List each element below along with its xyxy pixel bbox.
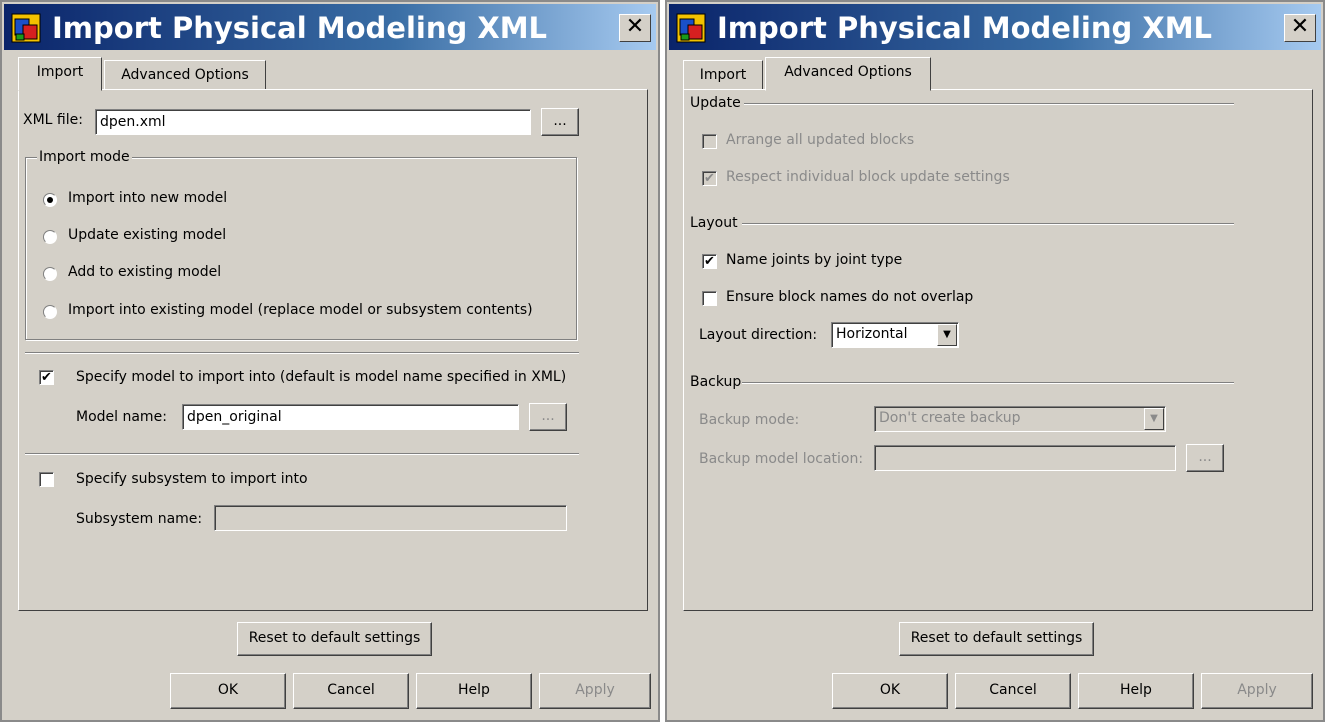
help-button[interactable]: Help — [416, 673, 532, 709]
model-browse-button[interactable]: ... — [529, 403, 567, 431]
xml-browse-button[interactable]: ... — [541, 108, 579, 136]
separator — [742, 382, 1234, 384]
ok-button[interactable]: OK — [170, 673, 286, 709]
window-title: Import Physical Modeling XML — [717, 11, 1213, 45]
window-title: Import Physical Modeling XML — [52, 11, 548, 45]
separator — [744, 103, 1234, 105]
xml-file-input[interactable]: dpen.xml — [95, 109, 531, 135]
backup-section-label: Backup — [690, 374, 742, 390]
simulink-block-icon — [676, 13, 706, 43]
cancel-button[interactable]: Cancel — [955, 673, 1071, 709]
specify-subsystem-checkbox[interactable] — [39, 472, 54, 487]
dialog-advanced-tab: Import Physical Modeling XML ✕ Import Ad… — [665, 0, 1325, 722]
respect-settings-checkbox[interactable]: ✔ — [702, 171, 717, 186]
layout-section-label: Layout — [690, 215, 738, 231]
advanced-tab-panel: Update Arrange all updated blocks ✔ Resp… — [683, 89, 1313, 611]
layout-direction-label: Layout direction: — [699, 327, 818, 343]
import-tab-panel: XML file: dpen.xml ... Import mode Impor… — [18, 89, 648, 611]
title-bar[interactable]: Import Physical Modeling XML ✕ — [669, 4, 1321, 50]
radio-import-existing-replace-label: Import into existing model (replace mode… — [68, 302, 533, 318]
tab-advanced-options[interactable]: Advanced Options — [765, 57, 931, 91]
update-section-label: Update — [690, 95, 741, 111]
model-name-input[interactable]: dpen_original — [182, 404, 519, 430]
ensure-names-label: Ensure block names do not overlap — [726, 289, 974, 305]
chevron-down-icon[interactable]: ▼ — [1144, 408, 1164, 430]
radio-update-existing-model-label: Update existing model — [68, 227, 227, 243]
backup-location-input[interactable] — [874, 445, 1176, 471]
separator — [742, 223, 1234, 225]
help-button[interactable]: Help — [1078, 673, 1194, 709]
radio-import-new-model-label: Import into new model — [68, 190, 228, 206]
tab-import[interactable]: Import — [683, 60, 763, 90]
xml-file-label: XML file: — [23, 112, 83, 128]
specify-model-label: Specify model to import into (default is… — [76, 369, 567, 385]
separator — [25, 352, 579, 354]
reset-defaults-button[interactable]: Reset to default settings — [237, 622, 432, 656]
radio-update-existing-model[interactable] — [43, 230, 57, 244]
radio-import-existing-replace[interactable] — [43, 305, 57, 319]
name-joints-checkbox[interactable]: ✔ — [702, 254, 717, 269]
cancel-button[interactable]: Cancel — [293, 673, 409, 709]
layout-direction-dropdown[interactable]: Horizontal ▼ — [831, 322, 959, 348]
respect-settings-label: Respect individual block update settings — [726, 169, 1010, 185]
specify-subsystem-label: Specify subsystem to import into — [76, 471, 308, 487]
subsystem-name-input[interactable] — [214, 505, 567, 531]
tab-import[interactable]: Import — [18, 57, 102, 91]
close-icon[interactable]: ✕ — [619, 14, 651, 42]
import-mode-legend: Import mode — [37, 149, 132, 165]
radio-import-new-model[interactable] — [43, 193, 57, 207]
ensure-names-checkbox[interactable] — [702, 291, 717, 306]
reset-defaults-button[interactable]: Reset to default settings — [899, 622, 1094, 656]
layout-direction-value: Horizontal — [836, 326, 908, 342]
chevron-down-icon[interactable]: ▼ — [937, 324, 957, 346]
ok-button[interactable]: OK — [832, 673, 948, 709]
close-icon[interactable]: ✕ — [1284, 14, 1316, 42]
tab-advanced-options[interactable]: Advanced Options — [104, 60, 266, 90]
simulink-block-icon — [11, 13, 41, 43]
backup-mode-dropdown[interactable]: Don't create backup ▼ — [874, 406, 1166, 432]
arrange-blocks-label: Arrange all updated blocks — [726, 132, 915, 148]
specify-model-checkbox[interactable]: ✔ — [39, 370, 54, 385]
apply-button[interactable]: Apply — [539, 673, 651, 709]
separator — [25, 453, 579, 455]
dialog-import-tab: Import Physical Modeling XML ✕ Import Ad… — [0, 0, 660, 722]
title-bar[interactable]: Import Physical Modeling XML ✕ — [4, 4, 656, 50]
model-name-label: Model name: — [76, 409, 167, 425]
radio-add-existing-model[interactable] — [43, 267, 57, 281]
backup-mode-label: Backup mode: — [699, 412, 800, 428]
backup-mode-value: Don't create backup — [879, 410, 1021, 426]
name-joints-label: Name joints by joint type — [726, 252, 903, 268]
arrange-blocks-checkbox[interactable] — [702, 134, 717, 149]
backup-browse-button[interactable]: ... — [1186, 444, 1224, 472]
subsystem-name-label: Subsystem name: — [76, 511, 203, 527]
radio-add-existing-model-label: Add to existing model — [68, 264, 222, 280]
backup-location-label: Backup model location: — [699, 451, 864, 467]
apply-button[interactable]: Apply — [1201, 673, 1313, 709]
